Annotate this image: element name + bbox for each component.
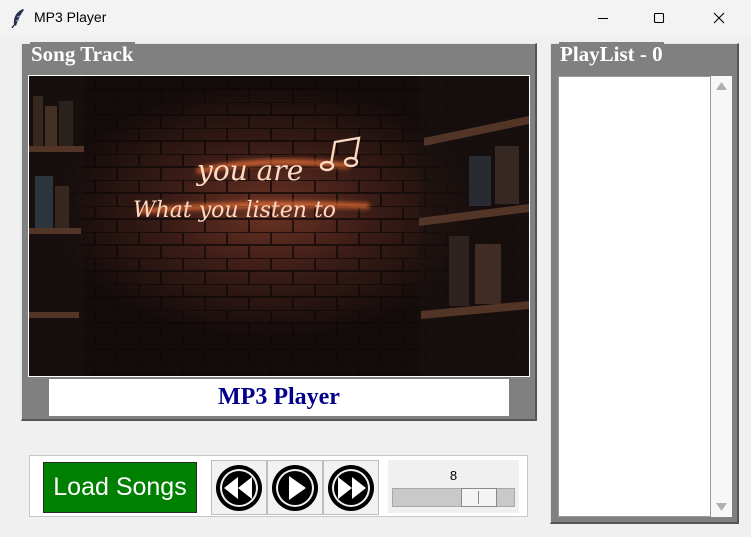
volume-scale: 8 [388,460,519,513]
scroll-down-icon[interactable] [716,503,727,511]
artwork-line1: you are [195,154,303,187]
title-bar: MP3 Player [0,0,751,36]
maximize-button[interactable] [636,0,682,36]
volume-slider-thumb[interactable] [461,488,497,507]
feather-icon [10,8,26,29]
minimize-icon [598,18,608,19]
minimize-button[interactable] [580,0,626,36]
fast-forward-icon [328,464,374,511]
rewind-icon [216,464,262,511]
artwork-line2: What you listen to [133,198,336,223]
rewind-button[interactable] [211,460,267,515]
playlist-frame: PlayList - 0 [550,42,739,524]
window-title: MP3 Player [34,9,107,25]
play-button[interactable] [267,460,323,515]
volume-slider[interactable] [392,488,515,507]
album-art: you are What you listen to [28,75,530,377]
fast-forward-button[interactable] [323,460,379,515]
playlist-listbox[interactable] [558,76,711,517]
controls-panel: Load Songs 8 [29,455,528,517]
load-songs-button[interactable]: Load Songs [43,462,197,513]
close-button[interactable] [696,0,742,36]
volume-value: 8 [449,468,458,483]
play-icon [272,464,318,511]
playlist-label: PlayList - 0 [559,42,664,66]
song-track-label: Song Track [30,42,135,66]
scroll-up-icon[interactable] [716,82,727,90]
close-icon [713,12,725,24]
song-track-frame: Song Track you are What you listen to MP… [21,42,537,421]
maximize-icon [653,12,665,24]
playlist-scrollbar[interactable] [711,76,732,517]
status-bar: MP3 Player [49,379,509,416]
